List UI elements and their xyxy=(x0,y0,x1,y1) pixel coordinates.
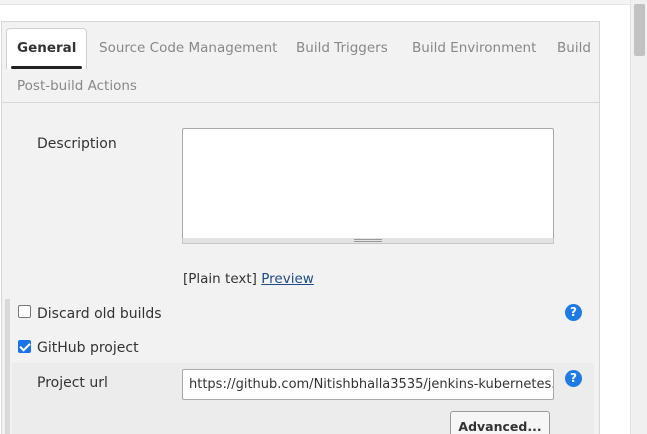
scrollbar-thumb[interactable] xyxy=(634,4,645,56)
project-url-input[interactable]: https://github.com/Nitishbhalla3535/jenk… xyxy=(182,369,554,400)
section-indent-bar xyxy=(5,299,10,434)
project-url-help-icon[interactable]: ? xyxy=(565,370,582,387)
tab-source-code-management[interactable]: Source Code Management xyxy=(99,28,277,68)
discard-old-builds-label[interactable]: Discard old builds xyxy=(37,306,162,322)
discard-old-builds-help-icon[interactable]: ? xyxy=(565,304,582,321)
tab-build-environment[interactable]: Build Environment xyxy=(412,28,536,68)
config-tabbar: General Source Code Management Build Tri… xyxy=(2,22,599,103)
textarea-resize-handle[interactable] xyxy=(182,238,554,244)
project-url-label: Project url xyxy=(37,375,108,391)
tab-build[interactable]: Build xyxy=(557,28,591,68)
general-section: Description [Plain text] Preview Discard… xyxy=(2,103,599,434)
top-strip xyxy=(0,0,630,5)
description-textarea[interactable] xyxy=(182,128,554,240)
job-config-panel: General Source Code Management Build Tri… xyxy=(1,21,600,434)
preview-link[interactable]: Preview xyxy=(261,271,314,287)
github-project-label[interactable]: GitHub project xyxy=(37,340,139,356)
advanced-button[interactable]: Advanced... xyxy=(450,411,550,434)
page-scrollbar[interactable] xyxy=(630,0,647,434)
discard-old-builds-checkbox[interactable] xyxy=(18,305,31,318)
description-label: Description xyxy=(37,136,117,152)
tab-build-triggers[interactable]: Build Triggers xyxy=(296,28,388,68)
github-project-checkbox[interactable] xyxy=(18,340,31,353)
tab-post-build-actions[interactable]: Post-build Actions xyxy=(17,66,137,106)
tab-general[interactable]: General xyxy=(6,28,88,69)
plain-text-hint: [Plain text] xyxy=(183,271,257,287)
description-hint: [Plain text] Preview xyxy=(183,271,314,287)
